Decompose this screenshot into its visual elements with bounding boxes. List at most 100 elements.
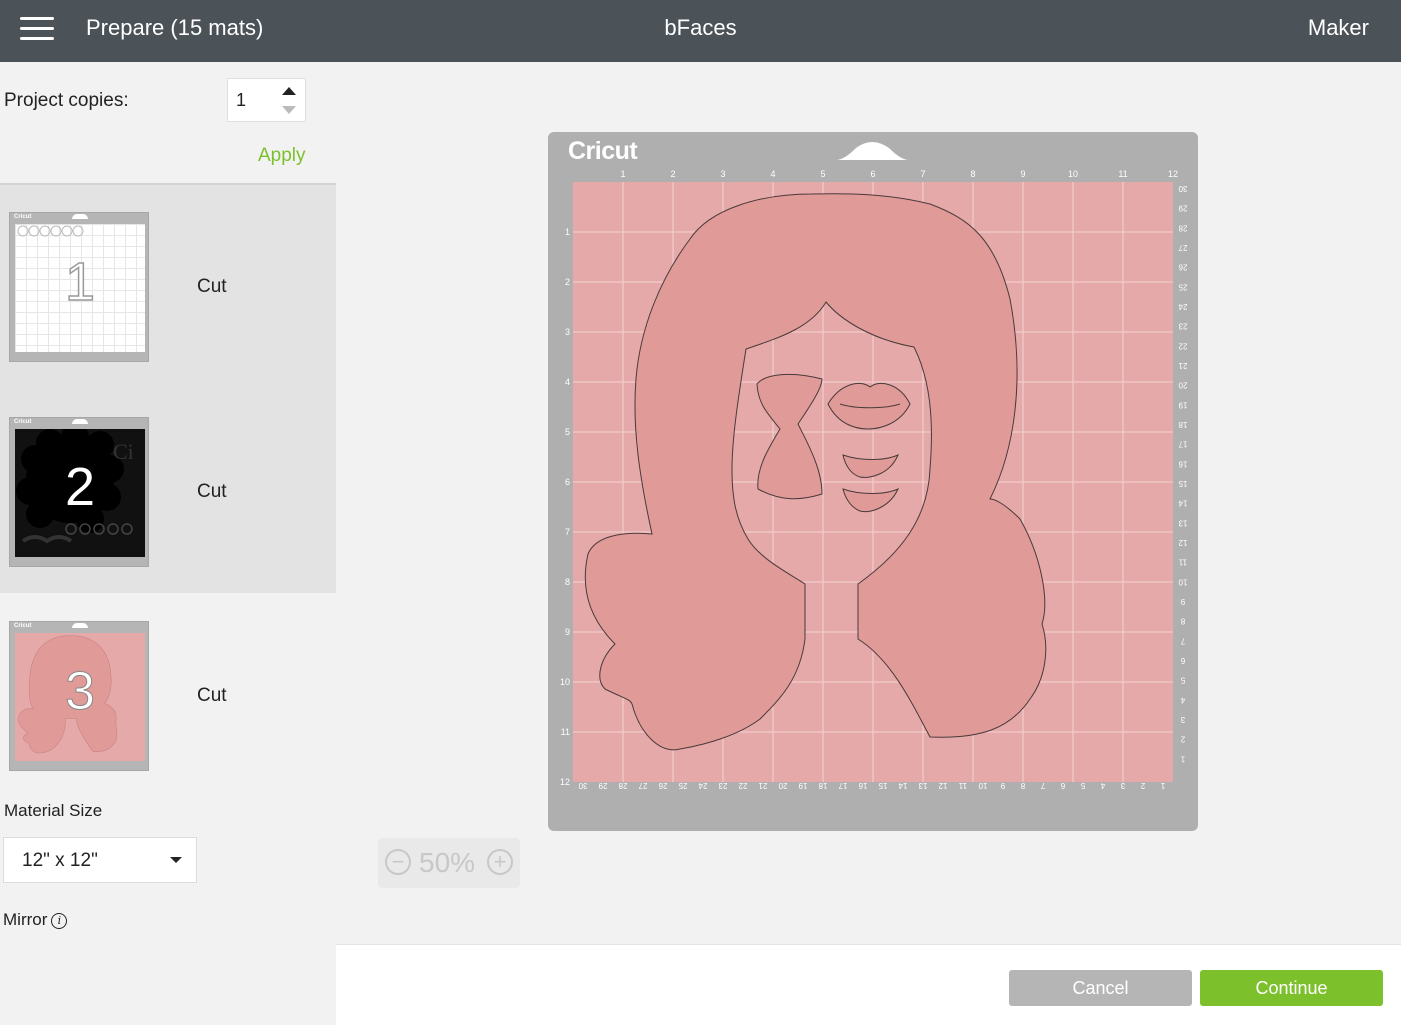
material-size-dropdown[interactable]: 12" x 12" <box>3 837 197 883</box>
ruler-right-label: 10 <box>1178 577 1187 586</box>
decrement-icon[interactable] <box>282 106 296 114</box>
ruler-bottom-label: 15 <box>878 781 887 790</box>
mat-operation-label: Cut <box>197 276 227 297</box>
project-name: bFaces <box>664 15 737 40</box>
mat-thumbnail-1[interactable]: Cricut 1 <box>9 212 149 362</box>
ruler-left-label: 1 <box>565 227 570 237</box>
sidebar: Project copies: 1 Apply Cricut 1 Cut Cri… <box>0 62 336 1024</box>
ruler-right-label: 22 <box>1178 341 1187 350</box>
mirror-text: Mirror <box>3 910 48 929</box>
info-icon[interactable]: i <box>51 912 68 929</box>
cancel-button[interactable]: Cancel <box>1009 970 1192 1006</box>
ruler-bottom-label: 23 <box>718 781 727 790</box>
zoom-in-icon[interactable]: + <box>487 849 513 875</box>
ruler-left-label: 7 <box>565 527 570 537</box>
ruler-top-label: 10 <box>1068 169 1078 179</box>
ruler-right-label: 21 <box>1178 361 1187 370</box>
ruler-top-label: 6 <box>870 169 875 179</box>
ruler-top-label: 9 <box>1020 169 1025 179</box>
ruler-bottom-label: 27 <box>638 781 647 790</box>
ruler-top-label: 8 <box>970 169 975 179</box>
ruler-bottom-label: 11 <box>958 781 967 790</box>
mat-item-1[interactable]: Cricut 1 Cut <box>0 185 336 385</box>
ruler-top-label: 11 <box>1118 169 1127 179</box>
mat-item-2[interactable]: Cricut Ci 2 Cut <box>0 390 336 590</box>
ruler-right-label: 28 <box>1178 223 1187 232</box>
ruler-right-label: 17 <box>1178 440 1187 449</box>
project-copies-input[interactable]: 1 <box>236 90 246 111</box>
ruler-bottom-label: 5 <box>1080 781 1085 790</box>
ruler-bottom-label: 25 <box>678 781 687 790</box>
top-bar: Prepare (15 mats) bFaces Maker <box>0 0 1401 62</box>
mat-number: 2 <box>64 457 96 517</box>
ruler-left-label: 10 <box>560 677 570 687</box>
ruler-right-label: 24 <box>1178 302 1187 311</box>
ruler-bottom-label: 8 <box>1020 781 1025 790</box>
machine-selector[interactable]: Maker <box>1308 15 1369 41</box>
ruler-bottom-label: 21 <box>758 781 767 790</box>
material-size-label: Material Size <box>4 801 103 820</box>
ruler-right-label: 5 <box>1180 676 1185 685</box>
ruler-top-label: 4 <box>770 169 775 179</box>
mat-operation-label: Cut <box>197 481 227 502</box>
ruler-bottom-label: 28 <box>618 781 627 790</box>
ruler-bottom-label: 3 <box>1120 781 1125 790</box>
ruler-right-label: 19 <box>1178 400 1187 409</box>
ruler-right-label: 13 <box>1178 518 1187 527</box>
mat-grid-svg: 1 2 3 4 5 6 7 8 9 10 11 121234567891011123029282726… <box>560 169 1187 790</box>
ruler-bottom-label: 24 <box>698 781 707 790</box>
ruler-right-label: 16 <box>1178 459 1187 468</box>
page-title: Prepare (15 mats) <box>86 15 264 40</box>
mat-thumbnail-3[interactable]: Cricut 3 <box>9 621 149 771</box>
ruler-bottom-label: 20 <box>778 781 787 790</box>
ruler-right-label: 12 <box>1178 538 1187 547</box>
mat-preview-area: Cricut 1 2 3 4 5 6 7 8 9 10 11 12 1 2 3 4 5 6 7 8 9 10 11 12 30 2… <box>336 62 1401 944</box>
apply-button[interactable]: Apply <box>258 145 306 167</box>
ruler-right-label: 9 <box>1180 597 1185 606</box>
ruler-right-label: 20 <box>1178 381 1187 390</box>
zoom-control: − 50% + <box>378 838 520 888</box>
ruler-bottom-label: 10 <box>978 781 987 790</box>
ruler-left-label: 8 <box>565 577 570 587</box>
ruler-right-label: 27 <box>1178 243 1187 252</box>
zoom-level: 50% <box>419 847 476 878</box>
footer-bar: Cancel Continue <box>336 944 1401 1025</box>
ruler-right-label: 8 <box>1180 617 1185 626</box>
menu-icon[interactable] <box>20 17 54 43</box>
ruler-bottom-label: 6 <box>1060 781 1065 790</box>
ruler-bottom-label: 9 <box>1000 781 1005 790</box>
zoom-out-icon[interactable]: − <box>385 849 411 875</box>
ruler-left-label: 12 <box>560 777 570 787</box>
mat-operation-label: Cut <box>197 685 227 706</box>
ruler-left-label: 5 <box>565 427 570 437</box>
ruler-right-label: 23 <box>1178 322 1187 331</box>
ruler-bottom-label: 4 <box>1100 781 1105 790</box>
ruler-bottom-label: 1 <box>1160 781 1165 790</box>
ruler-bottom-label: 29 <box>598 781 607 790</box>
project-copies-stepper[interactable]: 1 <box>227 78 306 122</box>
ruler-right-label: 4 <box>1180 695 1185 704</box>
material-size-value: 12" x 12" <box>22 850 98 871</box>
ruler-bottom-label: 19 <box>798 781 807 790</box>
ruler-bottom-label: 30 <box>578 781 587 790</box>
mat-number: 1 <box>64 251 96 313</box>
continue-button[interactable]: Continue <box>1200 970 1383 1006</box>
ruler-right-label: 15 <box>1178 479 1187 488</box>
mat-thumbnail-2[interactable]: Cricut Ci 2 <box>9 417 149 567</box>
ruler-top-label: 2 <box>670 169 675 179</box>
ruler-right-label: 29 <box>1178 204 1187 213</box>
ruler-right-label: 3 <box>1180 715 1185 724</box>
ruler-top-label: 5 <box>820 169 825 179</box>
ruler-right-label: 25 <box>1178 282 1187 291</box>
ruler-top-label: 3 <box>720 169 725 179</box>
ruler-right-label: 1 <box>1180 754 1185 763</box>
ruler-left-label: 3 <box>565 327 570 337</box>
ruler-right-label: 30 <box>1178 184 1187 193</box>
ruler-left-label: 4 <box>565 377 570 387</box>
ruler-bottom-label: 2 <box>1140 781 1145 790</box>
mat-item-3[interactable]: Cricut 3 Cut <box>0 594 336 794</box>
ruler-right-label: 7 <box>1180 636 1185 645</box>
ruler-left-label: 11 <box>561 727 570 737</box>
mat-number: 3 <box>64 661 96 722</box>
increment-icon[interactable] <box>282 87 296 95</box>
